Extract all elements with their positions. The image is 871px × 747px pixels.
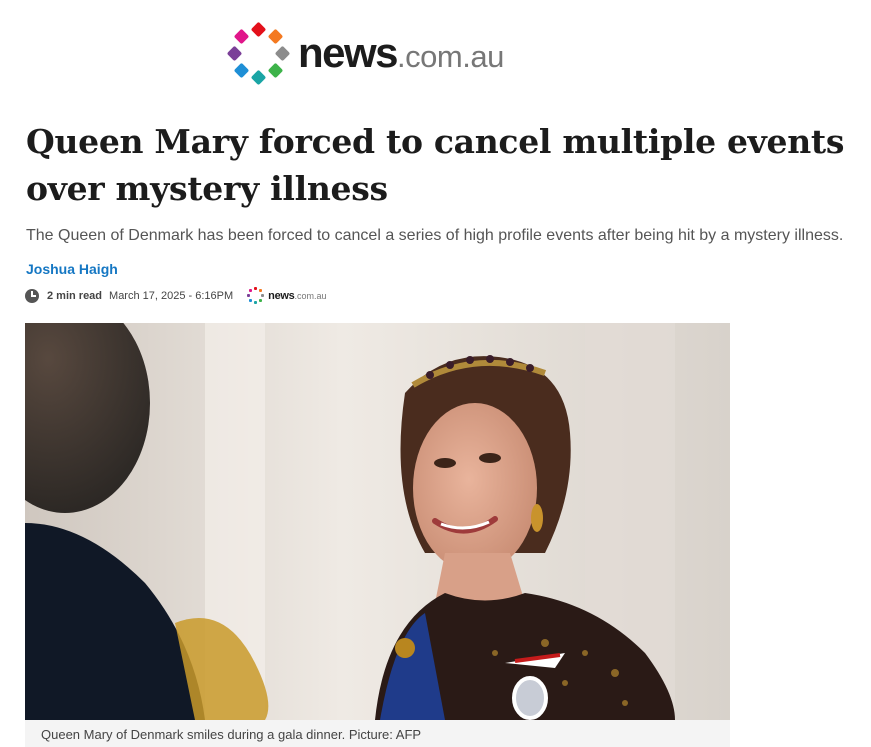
image-caption-bar: Queen Mary of Denmark smiles during a ga… [25,720,730,747]
masthead: news.com.au [0,0,871,100]
hero-image[interactable] [25,323,730,720]
source-logo[interactable]: news .com.au [247,287,326,304]
article-meta: 2 min read March 17, 2025 - 6:16PM news.… [25,287,326,304]
site-logo[interactable]: news.com.au [226,21,504,86]
logo-dots-icon [226,21,291,86]
source-logo-news: news [268,289,295,302]
hero-photo [25,323,730,720]
article-headline: Queen Mary forced to cancel multiple eve… [26,122,845,208]
article-standfirst: The Queen of Denmark has been forced to … [26,227,844,244]
author-link[interactable]: Joshua Haigh [26,261,118,277]
source-logo-domain: .com.au [294,290,327,301]
logo-wordmark: news.com.au [298,32,504,74]
source-logo-dots-icon [247,287,265,304]
image-caption: Queen Mary of Denmark smiles during a ga… [41,727,422,742]
read-time: 2 min read [47,289,103,302]
logo-domain-text: .com.au [397,39,504,74]
publish-date: March 17, 2025 - 6:16PM [109,289,234,302]
clock-icon [25,288,39,303]
logo-news-text: news [298,29,399,76]
